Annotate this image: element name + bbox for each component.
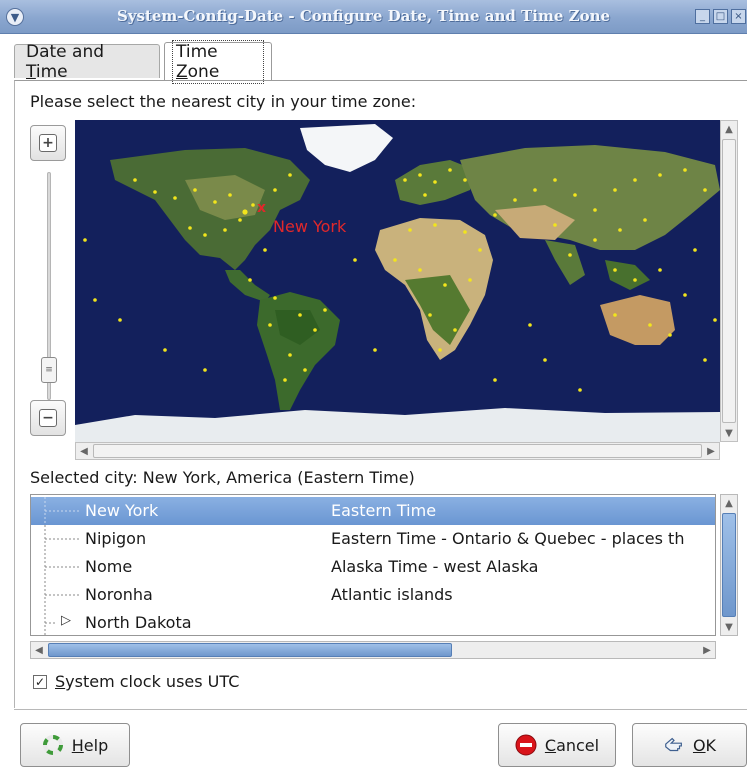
button-separator xyxy=(14,709,747,710)
map-vscroll-thumb[interactable] xyxy=(722,139,736,423)
ok-button-label: OK xyxy=(692,735,717,755)
help-button-label: Help xyxy=(71,735,109,755)
map-vertical-scrollbar[interactable]: ▲ ▼ xyxy=(720,120,738,442)
close-icon[interactable]: × xyxy=(731,9,746,24)
city-zone: Alaska Time - west Alaska xyxy=(331,557,539,576)
list-vscroll-thumb[interactable] xyxy=(722,513,736,617)
cancel-button[interactable]: Cancel xyxy=(498,723,616,767)
zoom-slider-handle[interactable]: ≡ xyxy=(41,357,57,383)
list-item[interactable]: ▷ North Dakota xyxy=(31,609,715,635)
scroll-left-icon[interactable]: ◀ xyxy=(31,642,47,658)
map-highlight-label: New York xyxy=(273,217,347,236)
help-button[interactable]: Help xyxy=(20,723,130,767)
world-map-graphic xyxy=(75,120,720,442)
scroll-left-icon[interactable]: ◀ xyxy=(76,443,92,459)
tree-line-icon xyxy=(44,497,81,525)
city-name: Nipigon xyxy=(85,529,147,548)
list-item[interactable]: Nome Alaska Time - west Alaska xyxy=(31,553,715,581)
city-zone: Atlantic islands xyxy=(331,585,453,604)
minimize-icon[interactable]: _ xyxy=(695,9,710,24)
tree-line-icon xyxy=(44,581,81,609)
city-zone: Eastern Time xyxy=(331,501,437,520)
maximize-icon[interactable]: □ xyxy=(713,9,728,24)
zoom-out-button[interactable]: − xyxy=(30,400,66,436)
scroll-up-icon[interactable]: ▲ xyxy=(721,495,737,511)
ok-button[interactable]: OK xyxy=(632,723,747,767)
city-list[interactable]: New York Eastern Time Nipigon Eastern Ti… xyxy=(30,494,716,636)
selected-city-label: Selected city: New York, America (Easter… xyxy=(30,468,415,487)
world-map[interactable]: x New York xyxy=(75,120,720,442)
list-hscroll-thumb[interactable] xyxy=(48,643,452,657)
city-name: Noronha xyxy=(85,585,153,604)
list-item[interactable]: New York Eastern Time xyxy=(31,497,715,525)
ok-hand-icon xyxy=(663,734,685,756)
city-name: North Dakota xyxy=(85,613,192,632)
tab-date-and-time-label: Date and Time xyxy=(26,41,105,82)
tab-time-zone[interactable]: Time Zone xyxy=(164,39,272,84)
tab-date-and-time[interactable]: Date and Time xyxy=(14,42,160,82)
utc-checkbox-label: System clock uses UTC xyxy=(55,672,240,691)
city-name: New York xyxy=(85,501,159,520)
tree-line-icon xyxy=(44,525,81,553)
utc-checkbox-row[interactable]: ✓ System clock uses UTC xyxy=(33,672,239,691)
scroll-right-icon[interactable]: ▶ xyxy=(703,443,719,459)
map-hscroll-thumb[interactable] xyxy=(93,444,702,458)
tab-time-zone-label: Time Zone xyxy=(172,39,264,84)
window-title: System-Config-Date - Configure Date, Tim… xyxy=(116,7,611,25)
tree-line-icon xyxy=(44,553,81,581)
zoom-in-icon: + xyxy=(39,134,57,152)
zoom-in-button[interactable]: + xyxy=(30,125,66,161)
scroll-down-icon[interactable]: ▼ xyxy=(721,619,737,635)
window-menu-icon[interactable]: ▼ xyxy=(6,8,24,26)
scroll-up-icon[interactable]: ▲ xyxy=(721,121,737,137)
stop-icon xyxy=(515,734,537,756)
cancel-button-label: Cancel xyxy=(544,735,600,755)
expander-triangle-icon[interactable]: ▷ xyxy=(61,613,71,628)
list-item[interactable]: Noronha Atlantic islands xyxy=(31,581,715,609)
title-bar: ▼ System-Config-Date - Configure Date, T… xyxy=(0,0,747,34)
list-item[interactable]: Nipigon Eastern Time - Ontario & Quebec … xyxy=(31,525,715,553)
city-name: Nome xyxy=(85,557,133,576)
list-vertical-scrollbar[interactable]: ▲ ▼ xyxy=(720,494,738,636)
city-zone: Eastern Time - Ontario & Quebec - places… xyxy=(331,529,685,548)
scroll-down-icon[interactable]: ▼ xyxy=(721,425,737,441)
zoom-out-icon: − xyxy=(39,409,57,427)
map-horizontal-scrollbar[interactable]: ◀ ▶ xyxy=(75,442,720,460)
map-prompt: Please select the nearest city in your t… xyxy=(30,92,417,111)
highlight-marker-icon: x xyxy=(257,200,267,216)
help-lifebuoy-icon xyxy=(42,734,64,756)
utc-checkbox[interactable]: ✓ xyxy=(33,674,47,689)
list-horizontal-scrollbar[interactable]: ◀ ▶ xyxy=(30,641,716,659)
scroll-right-icon[interactable]: ▶ xyxy=(699,642,715,658)
